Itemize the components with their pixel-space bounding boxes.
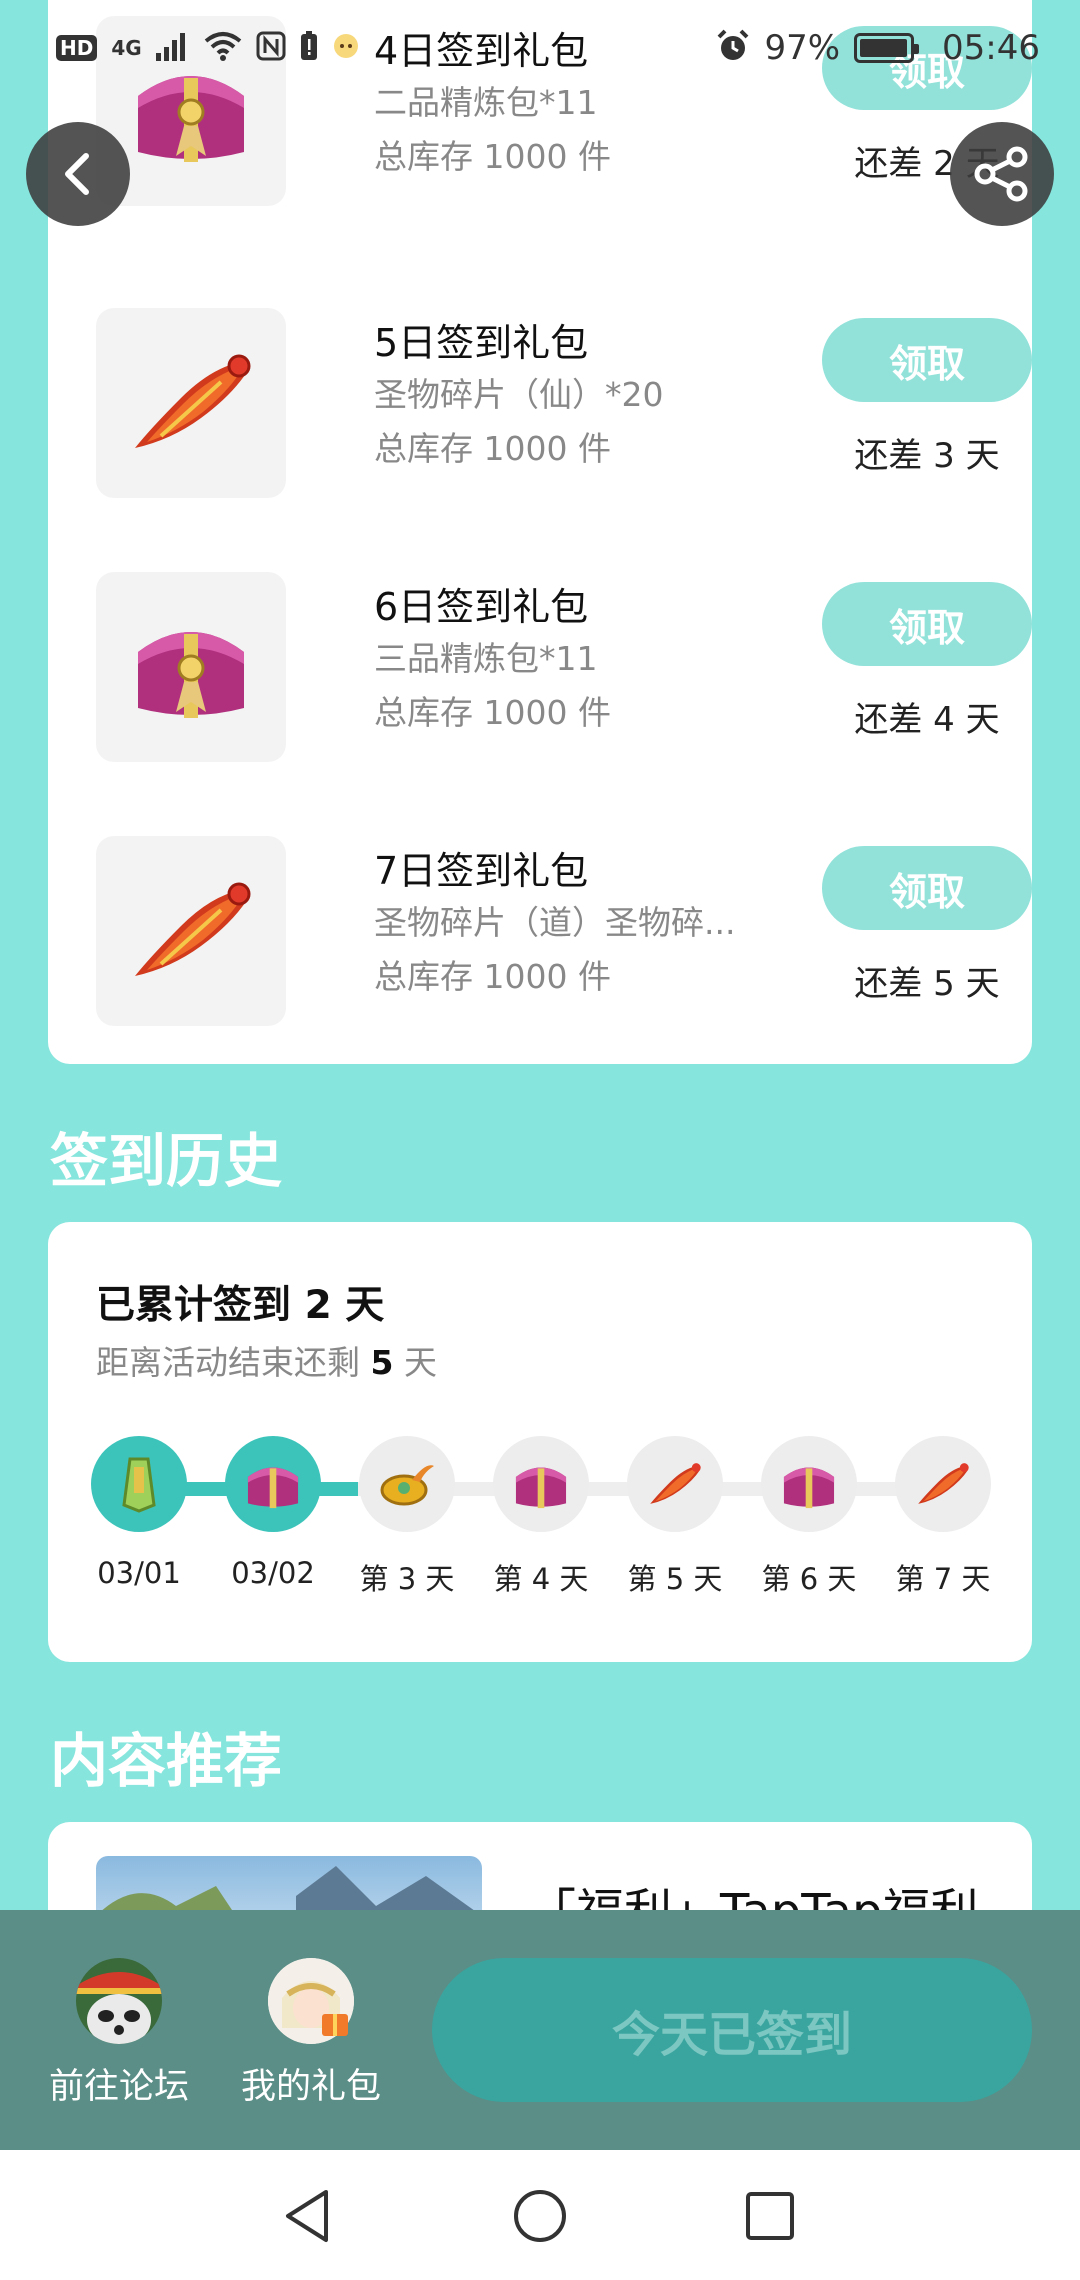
day-reward-circle	[493, 1436, 589, 1532]
history-card: 已累计签到 2 天 距离活动结束还剩 5 天 03/01 03/02 第 3 天…	[48, 1222, 1032, 1662]
day-item: 第 7 天	[876, 1436, 1010, 1598]
gift-stock: 总库存 1000 件	[374, 429, 611, 468]
treasure-chest-icon	[138, 632, 244, 718]
share-icon	[974, 146, 1028, 202]
signal-icon	[155, 31, 190, 66]
gift-stock: 总库存 1000 件	[374, 137, 611, 176]
gift-row: 7日签到礼包 圣物碎片（道）圣物碎... 总库存 1000 件 领取 还差 5 …	[96, 836, 1032, 1026]
day-label: 03/02	[231, 1556, 315, 1590]
relic-shard-icon	[650, 1463, 701, 1504]
gift-name: 7日签到礼包	[374, 849, 589, 893]
day-item: 第 3 天	[340, 1436, 474, 1598]
day-reward-circle	[895, 1436, 991, 1532]
clock: 05:46	[942, 28, 1040, 68]
history-section-title: 签到历史	[50, 1127, 283, 1195]
day-reward-circle	[225, 1436, 321, 1532]
signed-in-today-button[interactable]: 今天已签到	[432, 1958, 1032, 2102]
character-avatar-icon	[268, 1958, 354, 2044]
claim-button[interactable]: 领取	[822, 318, 1032, 402]
day-reward-circle	[91, 1436, 187, 1532]
gift-row: 5日签到礼包 圣物碎片（仙）*20 总库存 1000 件 领取 还差 3 天	[96, 308, 1032, 498]
battery-percent: 97%	[764, 28, 841, 68]
relic-shard-icon	[135, 882, 251, 976]
my-gifts-button[interactable]: 我的礼包	[226, 1958, 396, 2109]
gift-thumbnail	[96, 836, 286, 1026]
treasure-chest-icon	[783, 1467, 835, 1509]
recommend-section-title: 内容推荐	[50, 1727, 283, 1795]
day-item: 03/01	[72, 1436, 206, 1590]
system-navigation-bar	[0, 2150, 1080, 2280]
chevron-left-icon	[65, 153, 89, 195]
nav-recents-icon[interactable]	[738, 2184, 802, 2248]
days-remaining: 还差 4 天	[854, 700, 1000, 740]
day-reward-circle	[761, 1436, 857, 1532]
gift-name: 6日签到礼包	[374, 585, 589, 629]
status-left: HD 4G	[56, 30, 360, 66]
relic-shard-icon	[918, 1463, 969, 1504]
gift-name: 5日签到礼包	[374, 321, 589, 365]
day-label: 第 4 天	[493, 1562, 589, 1596]
status-right: 97% 05:46	[716, 28, 1040, 68]
gift-stock: 总库存 1000 件	[374, 957, 611, 996]
gift-stock: 总库存 1000 件	[374, 693, 611, 732]
back-button[interactable]	[26, 122, 130, 226]
nav-back-icon[interactable]	[276, 2184, 340, 2248]
day-reward-circle	[627, 1436, 723, 1532]
wifi-icon	[204, 31, 242, 66]
my-gifts-label: 我的礼包	[240, 2067, 381, 2107]
day-label: 第 6 天	[761, 1562, 857, 1596]
status-bar: HD 4G 97% 05:46	[0, 0, 1080, 96]
battery-alert-icon	[300, 30, 318, 66]
nfc-icon	[256, 31, 286, 66]
treasure-chest-icon	[247, 1467, 299, 1509]
gift-description: 圣物碎片（仙）*20	[374, 375, 664, 414]
day-reward-circle	[359, 1436, 455, 1532]
forum-label: 前往论坛	[48, 2067, 189, 2107]
gold-ingot-icon	[380, 1465, 434, 1506]
gift-list-card: 4日签到礼包 二品精炼包*11 总库存 1000 件 领取 还差 2 天 5日签…	[48, 0, 1032, 1064]
gift-description: 圣物碎片（道）圣物碎...	[374, 903, 736, 942]
bottom-action-bar: 前往论坛 我的礼包 今天已签到	[0, 1910, 1080, 2150]
day-label: 第 3 天	[359, 1562, 455, 1596]
gift-row: 6日签到礼包 三品精炼包*11 总库存 1000 件 领取 还差 4 天	[96, 572, 1032, 762]
day-item: 第 6 天	[742, 1436, 876, 1598]
history-summary: 已累计签到 2 天	[96, 1283, 385, 1328]
days-remaining: 还差 5 天	[854, 964, 1000, 1004]
history-countdown: 距离活动结束还剩 5 天	[96, 1343, 437, 1382]
nav-home-icon[interactable]	[508, 2184, 572, 2248]
app-notification-icon	[332, 32, 360, 65]
day-label: 第 5 天	[627, 1562, 723, 1596]
day-label: 第 7 天	[895, 1562, 991, 1596]
days-left-count: 5	[370, 1343, 394, 1382]
relic-shard-icon	[135, 354, 251, 448]
game-avatar-icon	[76, 1958, 162, 2044]
day-item: 第 4 天	[474, 1436, 608, 1598]
battery-icon	[854, 33, 920, 63]
gift-thumbnail	[96, 572, 286, 762]
claim-button[interactable]: 领取	[822, 582, 1032, 666]
network-type: 4G	[111, 36, 142, 60]
treasure-chest-icon	[515, 1467, 567, 1509]
gift-thumbnail	[96, 308, 286, 498]
hd-indicator: HD	[56, 35, 98, 61]
forum-button[interactable]: 前往论坛	[34, 1958, 204, 2109]
claim-button[interactable]: 领取	[822, 846, 1032, 930]
day-label: 03/01	[97, 1556, 181, 1590]
days-remaining: 还差 3 天	[854, 436, 1000, 476]
alarm-icon	[716, 29, 750, 68]
day-item: 03/02	[206, 1436, 340, 1590]
jade-token-icon	[122, 1457, 156, 1513]
share-button[interactable]	[950, 122, 1054, 226]
gift-description: 三品精炼包*11	[374, 639, 598, 678]
day-item: 第 5 天	[608, 1436, 742, 1598]
